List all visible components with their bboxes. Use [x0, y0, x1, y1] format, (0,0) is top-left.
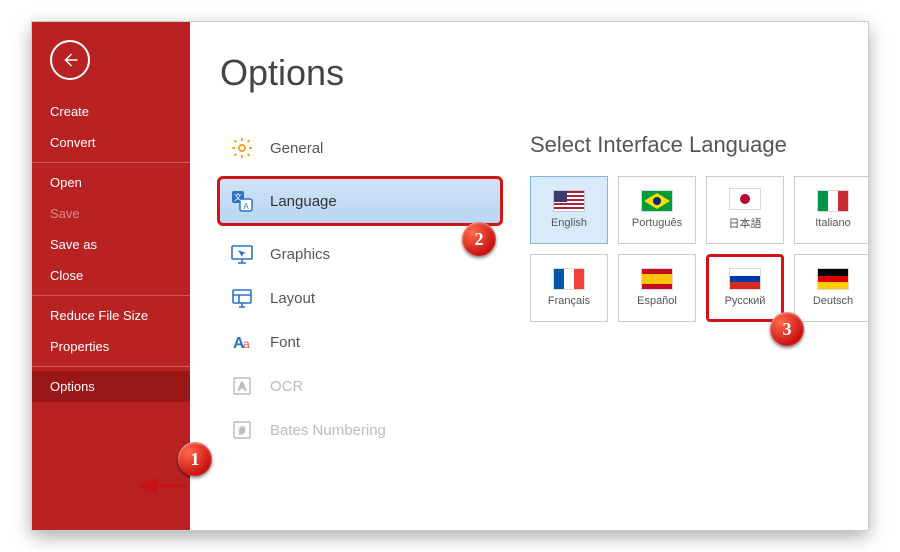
lang-tile-espanol[interactable]: Español: [618, 254, 696, 322]
lang-tile-deutsch[interactable]: Deutsch: [794, 254, 868, 322]
annotation-badge-2: 2: [462, 222, 496, 256]
lang-label: 日本語: [729, 215, 762, 231]
option-bates: # Bates Numbering: [220, 408, 500, 452]
option-label: Font: [270, 334, 300, 351]
lang-tile-english[interactable]: English: [530, 176, 608, 244]
lang-tile-russian[interactable]: Русский: [706, 254, 784, 322]
lang-tile-francais[interactable]: Français: [530, 254, 608, 322]
flag-icon-jp: [730, 189, 760, 209]
main-pane: Options General 文A Language Graphics: [190, 22, 868, 530]
sidebar-item-create[interactable]: Create: [32, 96, 190, 127]
lang-tile-japanese[interactable]: 日本語: [706, 176, 784, 244]
flag-icon-it: [818, 191, 848, 211]
svg-text:A: A: [238, 381, 246, 393]
flag-icon-ru: [730, 269, 760, 289]
font-icon: Aa: [230, 330, 254, 354]
language-pane-title: Select Interface Language: [530, 132, 868, 158]
option-label: Layout: [270, 290, 315, 307]
sidebar: Create Convert Open Save Save as Close R…: [32, 22, 190, 530]
flag-icon-br: [642, 191, 672, 211]
option-label: General: [270, 140, 323, 157]
bates-icon: #: [230, 418, 254, 442]
sidebar-item-convert[interactable]: Convert: [32, 127, 190, 158]
annotation-arrow: [132, 476, 192, 496]
option-graphics[interactable]: Graphics: [220, 232, 500, 276]
lang-label: Português: [632, 217, 682, 229]
stage: Create Convert Open Save Save as Close R…: [0, 0, 900, 552]
layout-icon: [230, 286, 254, 310]
ocr-icon: A: [230, 374, 254, 398]
option-language[interactable]: 文A Language: [217, 176, 503, 226]
lang-tile-portugues[interactable]: Português: [618, 176, 696, 244]
sidebar-item-save: Save: [32, 198, 190, 229]
gear-icon: [230, 136, 254, 160]
svg-text:a: a: [243, 337, 250, 351]
option-label: Graphics: [270, 246, 330, 263]
page-title: Options: [220, 52, 344, 94]
flag-icon-us: [554, 191, 584, 211]
app-window: Create Convert Open Save Save as Close R…: [32, 22, 868, 530]
lang-label: Русский: [725, 295, 766, 307]
sidebar-item-options[interactable]: Options: [32, 371, 190, 402]
back-button[interactable]: [50, 40, 90, 80]
lang-label: Français: [548, 295, 590, 307]
sidebar-item-close[interactable]: Close: [32, 260, 190, 291]
options-list: General 文A Language Graphics Layout: [220, 126, 500, 452]
sidebar-item-open[interactable]: Open: [32, 167, 190, 198]
svg-text:#: #: [239, 426, 245, 437]
lang-label: Italiano: [815, 217, 850, 229]
option-label: Language: [270, 193, 337, 210]
option-label: OCR: [270, 378, 303, 395]
option-font[interactable]: Aa Font: [220, 320, 500, 364]
flag-icon-es: [642, 269, 672, 289]
option-general[interactable]: General: [220, 126, 500, 170]
lang-label: English: [551, 217, 587, 229]
flag-icon-de: [818, 269, 848, 289]
svg-text:文: 文: [234, 192, 242, 202]
lang-label: Deutsch: [813, 295, 853, 307]
language-grid: English Português 日本語 Italiano Français: [530, 176, 868, 322]
cursor-monitor-icon: [230, 242, 254, 266]
option-label: Bates Numbering: [270, 422, 386, 439]
sidebar-menu: Create Convert Open Save Save as Close R…: [32, 92, 190, 406]
option-layout[interactable]: Layout: [220, 276, 500, 320]
language-pane: Select Interface Language English Portug…: [530, 132, 868, 322]
translate-icon: 文A: [230, 189, 254, 213]
back-arrow-icon: [61, 51, 79, 69]
sidebar-item-reduce-file-size[interactable]: Reduce File Size: [32, 300, 190, 331]
annotation-badge-3: 3: [770, 312, 804, 346]
sidebar-item-properties[interactable]: Properties: [32, 331, 190, 362]
sidebar-item-save-as[interactable]: Save as: [32, 229, 190, 260]
lang-label: Español: [637, 295, 677, 307]
annotation-badge-1: 1: [178, 442, 212, 476]
option-ocr: A OCR: [220, 364, 500, 408]
svg-text:A: A: [243, 202, 249, 211]
lang-tile-italiano[interactable]: Italiano: [794, 176, 868, 244]
flag-icon-fr: [554, 269, 584, 289]
